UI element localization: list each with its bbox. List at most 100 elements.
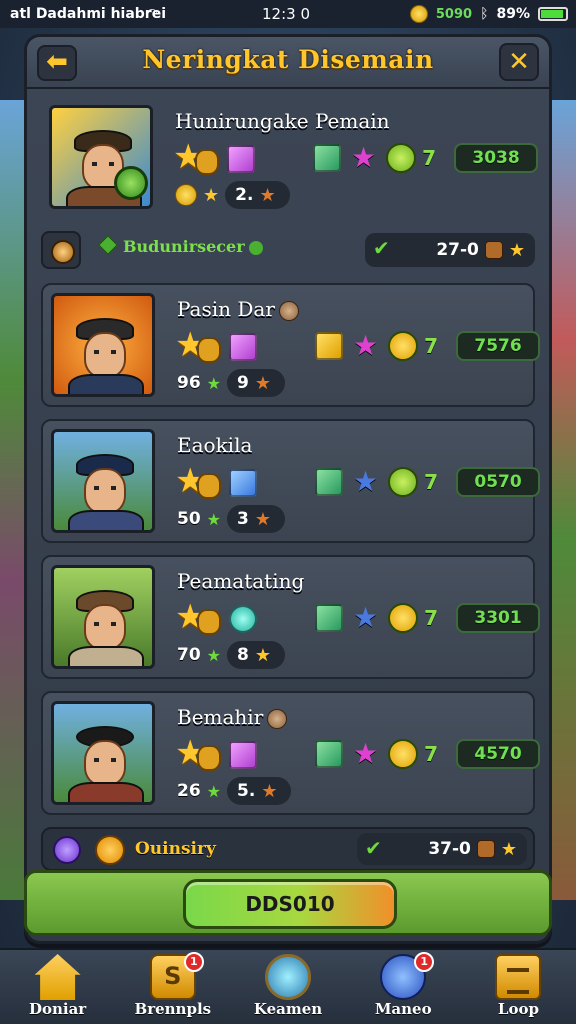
cookie-icon (278, 300, 299, 321)
star-icon: ★ (261, 780, 278, 802)
player-sub: 26 ★ 5. ★ (177, 777, 292, 805)
footer-bar-score: ✔ 37-0 ★ (357, 833, 527, 865)
coin-count: 7 (424, 742, 439, 766)
gold-coin-icon (388, 739, 419, 769)
nav-item-box[interactable]: Loop (461, 950, 576, 1024)
featured-bar-value: 27-0 (436, 240, 479, 260)
player-count: 9 (237, 373, 249, 393)
player-card[interactable]: Bemahir ★ 7 4570 26 ★ 5. ★ (41, 691, 541, 815)
player-score: 0570 (456, 467, 541, 497)
star-icon: ★ (206, 781, 222, 801)
battery-percent: 89% (496, 6, 530, 22)
player-sub: 50 ★ 3 ★ (177, 505, 285, 533)
count-pill: 8 ★ (227, 641, 285, 669)
player-score: 7576 (456, 331, 541, 361)
nav-item-home[interactable]: Doniar (0, 950, 115, 1024)
coin-count: 7 (424, 606, 439, 630)
main-action-button[interactable]: DDS010 (183, 879, 397, 929)
star-icon: ★ (353, 329, 379, 362)
rank-badge-icon (114, 166, 148, 200)
gold-coin-icon (95, 835, 125, 865)
green-gem-icon (315, 468, 343, 496)
brown-gem-icon (484, 241, 503, 259)
diamond-icon (98, 235, 118, 255)
nav-label: Maneo (374, 1000, 432, 1018)
player-stats: ★ 7 3301 (315, 601, 541, 634)
player-level: 26 (177, 781, 201, 801)
footer-bar-value: 37-0 (428, 839, 471, 859)
nav-item-orb[interactable]: Keamen (230, 950, 345, 1024)
star-icon: ★ (508, 239, 525, 261)
check-icon: ✔ (373, 236, 390, 260)
player-avatar (51, 293, 155, 397)
back-button[interactable]: ⬅ (37, 45, 77, 81)
star-icon: ★ (254, 372, 271, 394)
pink-gem-icon (229, 741, 257, 769)
star-level-icon (175, 461, 221, 501)
player-level: 50 (177, 509, 201, 529)
player-card[interactable]: Peamatating ★ 7 3301 70 ★ 8 ★ (41, 555, 541, 679)
notification-badge: 1 (414, 952, 435, 972)
star-level-icon (175, 325, 221, 365)
gold-coin-icon (388, 603, 419, 633)
green-gem-icon (315, 604, 343, 632)
gold-gem-icon (315, 332, 343, 360)
page-title: Neringkat Disemain (142, 45, 434, 74)
player-list: Hunirungake Pemain ★ 7 3038 ★ 2. ★ (41, 97, 541, 827)
player-avatar (51, 565, 155, 669)
close-icon: ✕ (508, 47, 530, 77)
green-gem-icon (315, 740, 343, 768)
level-value: 2. (235, 185, 254, 205)
nav-item-shield[interactable]: 1 Brennpls (115, 950, 230, 1024)
player-card[interactable]: Eaokila ★ 7 0570 50 ★ 3 ★ (41, 419, 541, 543)
bottom-nav: Doniar 1 Brennpls Keamen 1 Maneo Loop (0, 948, 576, 1024)
player-count: 3 (237, 509, 249, 529)
close-button[interactable]: ✕ (499, 43, 539, 81)
player-stats: ★ 7 3038 (313, 141, 539, 174)
leaderboard-panel: ⬅ Neringkat Disemain ✕ Hunirungake Pemai… (24, 34, 552, 944)
star-level-icon (175, 597, 221, 637)
featured-player-card[interactable]: Hunirungake Pemain ★ 7 3038 ★ 2. ★ (41, 97, 539, 227)
cyan-orb-icon (229, 605, 257, 633)
star-icon: ★ (206, 373, 222, 393)
shield-icon: 1 (149, 952, 204, 1000)
pink-gem-icon (229, 333, 257, 361)
star-icon: ★ (254, 644, 271, 666)
player-gems (173, 137, 255, 177)
player-name: Peamatating (177, 569, 305, 593)
star-icon: ★ (500, 838, 517, 860)
player-avatar (51, 701, 155, 805)
status-coins: 5090 (435, 6, 473, 22)
nav-label: Keamen (253, 1000, 323, 1018)
cookie-button[interactable] (41, 231, 81, 269)
brown-gem-icon (476, 840, 495, 858)
nav-label: Loop (497, 1000, 539, 1018)
player-score: 3301 (456, 603, 541, 633)
coin-icon (409, 5, 428, 23)
featured-bar-score: ✔ 27-0 ★ (365, 233, 535, 267)
action-bar: DDS010 (24, 870, 552, 936)
notification-badge: 1 (183, 952, 204, 972)
cookie-icon (267, 708, 288, 729)
star-icon: ★ (206, 509, 222, 529)
nav-item-globe[interactable]: 1 Maneo (346, 950, 461, 1024)
player-sub: ★ 2. ★ (175, 181, 290, 209)
level-pill: 2. ★ (225, 181, 290, 209)
status-bar: atl Dadahmi hiabrei ◠ 12:3 0 5090 ᛒ 89% (0, 0, 576, 28)
player-level: 70 (177, 645, 201, 665)
player-stats: ★ 7 0570 (315, 465, 541, 498)
star-level-icon (175, 733, 221, 773)
player-count: 8 (237, 645, 249, 665)
player-gems (175, 733, 257, 773)
star-icon: ★ (351, 141, 377, 174)
featured-bar-label: Budunirsecer (98, 235, 263, 256)
player-count: 5. (237, 781, 256, 801)
star-icon: ★ (353, 601, 379, 634)
dot-icon (248, 240, 263, 255)
player-avatar (51, 429, 155, 533)
star-icon: ★ (353, 465, 379, 498)
featured-bar: Budunirsecer ✔ 27-0 ★ (41, 231, 535, 269)
star-icon: ★ (353, 737, 379, 770)
clock: 12:3 0 (262, 5, 310, 23)
player-card[interactable]: Pasin Dar ★ 7 7576 96 ★ 9 ★ (41, 283, 541, 407)
